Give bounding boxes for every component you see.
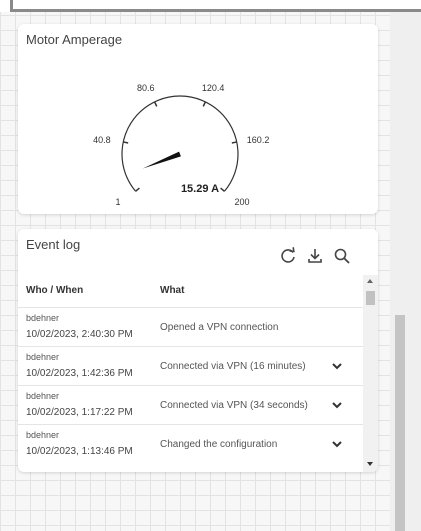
row-what: Connected via VPN (16 minutes) bbox=[160, 361, 306, 372]
table-row[interactable]: bdehner 10/02/2023, 1:13:46 PM Changed t… bbox=[18, 424, 363, 464]
row-who: bdehner bbox=[26, 352, 60, 362]
table-row[interactable]: bdehner 10/02/2023, 2:40:30 PM Opened a … bbox=[18, 307, 363, 347]
chevron-down-icon[interactable] bbox=[330, 437, 344, 451]
gauge-tick-label: 160.2 bbox=[247, 135, 270, 145]
gauge-tick-label: 80.6 bbox=[137, 83, 155, 93]
page-scroll-thumb[interactable] bbox=[395, 315, 405, 531]
table-row[interactable]: bdehner 10/02/2023, 1:42:36 PM Connected… bbox=[18, 346, 363, 386]
event-log-scrollbar[interactable] bbox=[363, 275, 378, 472]
refresh-icon bbox=[281, 247, 295, 263]
gauge-tick-label: 1 bbox=[115, 197, 120, 207]
gauge-tick-label: 40.8 bbox=[93, 135, 111, 145]
amperage-gauge: 1 40.8 80.6 120.4 160.2 200 15.29 A bbox=[93, 83, 270, 207]
row-what: Changed the configuration bbox=[160, 439, 278, 450]
search-button[interactable] bbox=[331, 245, 353, 267]
gauge-tick bbox=[153, 101, 158, 107]
refresh-button[interactable] bbox=[277, 245, 299, 267]
row-what: Connected via VPN (34 seconds) bbox=[160, 400, 308, 411]
scroll-up-arrow-icon[interactable] bbox=[367, 279, 373, 283]
column-header-who-when[interactable]: Who / When bbox=[26, 285, 83, 296]
motor-amperage-widget: Motor Amperage 1 40.8 80.6 120.4 160.2 200 15.… bbox=[18, 24, 378, 214]
gauge-tick-label: 120.4 bbox=[202, 83, 225, 93]
panel-border-bottom bbox=[10, 9, 421, 12]
table-row[interactable]: bdehner 10/02/2023, 1:17:22 PM Connected… bbox=[18, 385, 363, 425]
chevron-down-icon[interactable] bbox=[330, 398, 344, 412]
download-icon bbox=[308, 249, 322, 263]
column-header-what[interactable]: What bbox=[160, 285, 184, 296]
row-when: 10/02/2023, 1:42:36 PM bbox=[26, 368, 133, 379]
gauge-tick bbox=[231, 141, 237, 144]
row-who: bdehner bbox=[26, 430, 60, 440]
gauge-tick bbox=[135, 187, 140, 192]
search-icon bbox=[334, 248, 350, 264]
row-when: 10/02/2023, 2:40:30 PM bbox=[26, 329, 133, 340]
row-what: Opened a VPN connection bbox=[160, 322, 279, 333]
row-who: bdehner bbox=[26, 391, 60, 401]
top-panel-edge bbox=[0, 0, 421, 12]
gauge-value-readout: 15.29 A bbox=[181, 183, 219, 195]
scroll-thumb[interactable] bbox=[366, 291, 375, 305]
gauge-arc bbox=[121, 95, 239, 192]
gauge-tick bbox=[202, 101, 207, 107]
gauge-needle bbox=[142, 151, 181, 169]
event-log-widget: Event log Who / When What bdehner 10/02/… bbox=[18, 229, 378, 472]
gauge-tick-label: 200 bbox=[235, 197, 250, 207]
row-when: 10/02/2023, 1:13:46 PM bbox=[26, 446, 133, 457]
chevron-down-icon[interactable] bbox=[330, 359, 344, 373]
download-button[interactable] bbox=[304, 245, 326, 267]
scroll-down-arrow-icon[interactable] bbox=[367, 462, 373, 466]
gauge-tick bbox=[220, 187, 225, 192]
widget-title: Event log bbox=[26, 237, 81, 252]
row-who: bdehner bbox=[26, 313, 60, 323]
row-when: 10/02/2023, 1:17:22 PM bbox=[26, 407, 133, 418]
gauge-tick bbox=[123, 141, 129, 144]
